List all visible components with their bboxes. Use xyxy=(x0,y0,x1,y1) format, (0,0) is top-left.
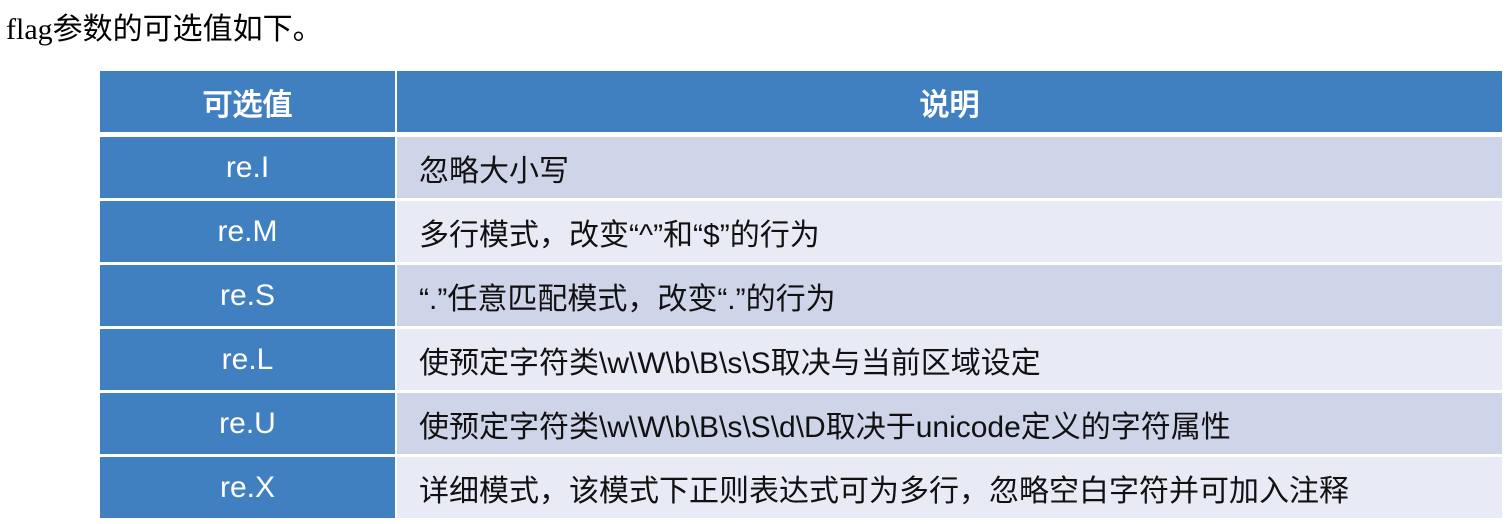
flag-value: re.I xyxy=(100,137,397,201)
header-row: 可选值 说明 xyxy=(100,71,1502,137)
flag-description: 使预定字符类\w\W\b\B\s\S\d\D取决于unicode定义的字符属性 xyxy=(397,393,1502,457)
flag-description: 忽略大小写 xyxy=(397,137,1502,201)
header-value: 可选值 xyxy=(100,71,397,137)
flag-table: 可选值 说明 re.I 忽略大小写 re.M 多行模式，改变“^”和“$”的行为… xyxy=(100,71,1502,521)
flag-description: 详细模式，该模式下正则表达式可为多行，忽略空白字符并可加入注释 xyxy=(397,457,1502,521)
intro-text: flag参数的可选值如下。 xyxy=(6,13,323,46)
flag-value: re.S xyxy=(100,265,397,329)
table-row: re.L 使预定字符类\w\W\b\B\s\S取决与当前区域设定 xyxy=(100,329,1502,393)
flag-description: 多行模式，改变“^”和“$”的行为 xyxy=(397,201,1502,265)
table-row: re.U 使预定字符类\w\W\b\B\s\S\d\D取决于unicode定义的… xyxy=(100,393,1502,457)
header-description: 说明 xyxy=(397,71,1502,137)
flag-description: “.”任意匹配模式，改变“.”的行为 xyxy=(397,265,1502,329)
flag-value: re.L xyxy=(100,329,397,393)
flag-description: 使预定字符类\w\W\b\B\s\S取决与当前区域设定 xyxy=(397,329,1502,393)
table-row: re.M 多行模式，改变“^”和“$”的行为 xyxy=(100,201,1502,265)
table-row: re.S “.”任意匹配模式，改变“.”的行为 xyxy=(100,265,1502,329)
flag-value: re.U xyxy=(100,393,397,457)
flag-value: re.M xyxy=(100,201,397,265)
table-row: re.X 详细模式，该模式下正则表达式可为多行，忽略空白字符并可加入注释 xyxy=(100,457,1502,521)
flag-value: re.X xyxy=(100,457,397,521)
table-row: re.I 忽略大小写 xyxy=(100,137,1502,201)
